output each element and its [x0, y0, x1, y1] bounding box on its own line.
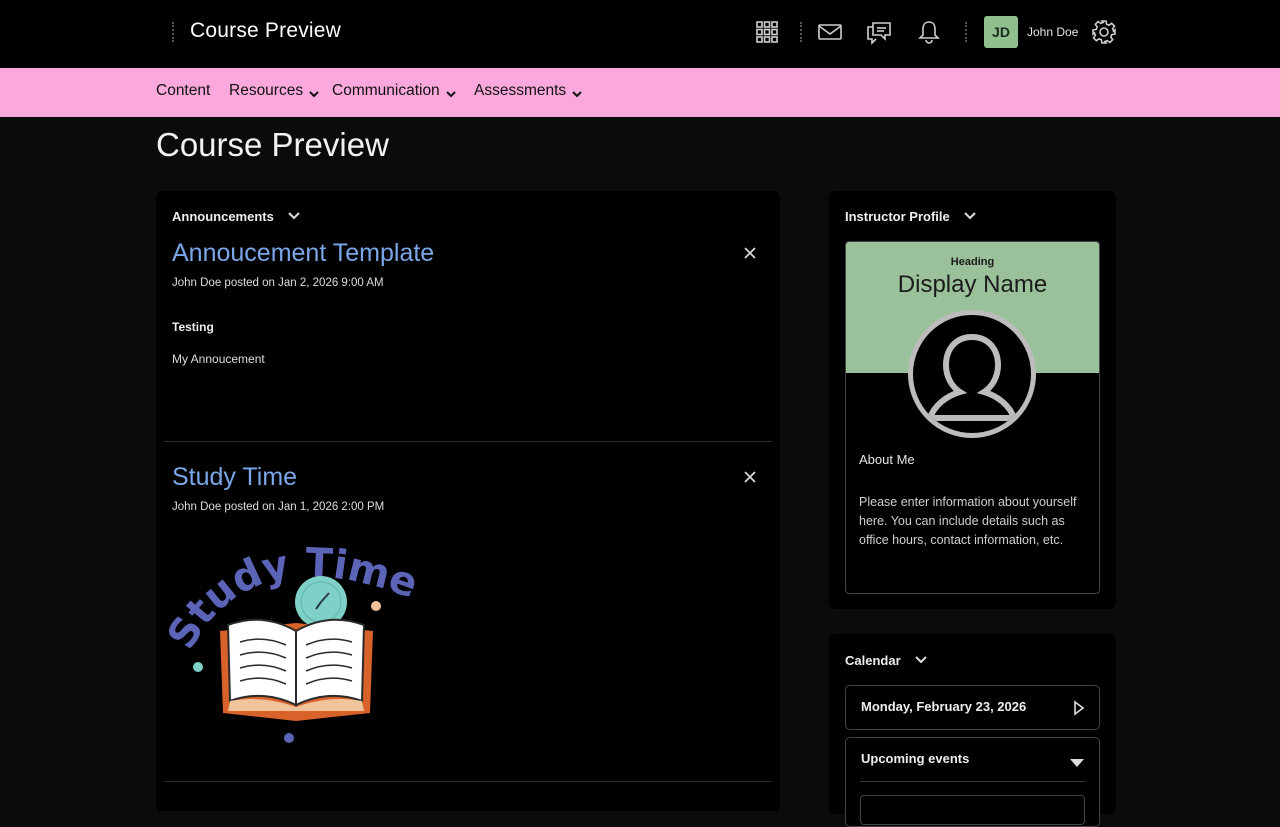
divider [860, 781, 1085, 782]
upcoming-events-section: Upcoming events [845, 737, 1100, 827]
calendar-header[interactable]: Calendar [845, 653, 927, 668]
chevron-down-icon [445, 86, 456, 98]
nav-item-communication[interactable]: Communication [332, 82, 456, 100]
dismiss-icon[interactable] [743, 470, 759, 486]
top-bar: Course Preview JD John Doe [0, 0, 1280, 68]
dismiss-icon[interactable] [743, 246, 759, 262]
chevron-down-icon [309, 86, 319, 98]
calendar-date: Monday, February 23, 2026 [861, 699, 1027, 714]
course-title[interactable]: Course Preview [190, 19, 341, 43]
chevron-down-icon [288, 209, 300, 224]
mail-icon[interactable] [816, 18, 844, 46]
announcement-title[interactable]: Study Time [172, 463, 297, 492]
announcement-title[interactable]: Annoucement Template [172, 239, 434, 268]
upcoming-events-label[interactable]: Upcoming events [861, 751, 969, 766]
profile-heading: Heading [950, 256, 995, 268]
separator [800, 22, 802, 42]
chat-icon[interactable] [865, 18, 893, 46]
study-time-illustration: Study Time [159, 527, 424, 747]
page-title: Course Preview [156, 126, 389, 163]
nav-item-assessments[interactable]: Assessments [474, 82, 582, 100]
nav-item-content[interactable]: Content [156, 82, 210, 100]
apps-grid-icon[interactable] [753, 18, 781, 46]
chevron-down-icon [914, 653, 927, 668]
caret-down-icon[interactable] [1069, 755, 1085, 773]
separator [965, 22, 967, 42]
chevron-down-icon [572, 86, 582, 98]
chevron-down-icon [964, 209, 976, 224]
user-name[interactable]: John Doe [1027, 25, 1078, 39]
divider [164, 441, 772, 442]
announcement-meta: John Doe posted on Jan 2, 2026 9:00 AM [172, 277, 384, 289]
profile-avatar-icon [908, 310, 1036, 438]
nav-item-resources[interactable]: Resources [229, 82, 319, 100]
bell-icon[interactable] [915, 18, 943, 46]
gear-icon[interactable] [1090, 18, 1118, 46]
separator [172, 22, 174, 42]
announcement-body-text: My Annoucement [172, 352, 265, 366]
course-nav-bar: Content Resources Communication Assessme… [0, 68, 1280, 117]
next-day-icon[interactable] [1073, 700, 1085, 721]
about-me-heading: About Me [859, 452, 915, 467]
instructor-profile-header[interactable]: Instructor Profile [845, 209, 976, 224]
profile-card: Heading Display Name About Me Please ent… [845, 241, 1100, 594]
announcement-meta: John Doe posted on Jan 1, 2026 2:00 PM [172, 501, 385, 513]
divider [164, 781, 772, 782]
calendar-panel: Calendar Monday, February 23, 2026 Upcom… [829, 634, 1116, 827]
announcements-panel: Announcements Annoucement Template John … [156, 191, 780, 811]
about-me-text: Please enter information about yourself … [859, 495, 1077, 547]
announcements-header[interactable]: Announcements [172, 209, 300, 224]
announcement-body-heading: Testing [172, 320, 214, 334]
calendar-date-selector[interactable]: Monday, February 23, 2026 [845, 685, 1100, 730]
avatar[interactable]: JD [984, 16, 1018, 48]
profile-display-name: Display Name [897, 271, 1048, 298]
